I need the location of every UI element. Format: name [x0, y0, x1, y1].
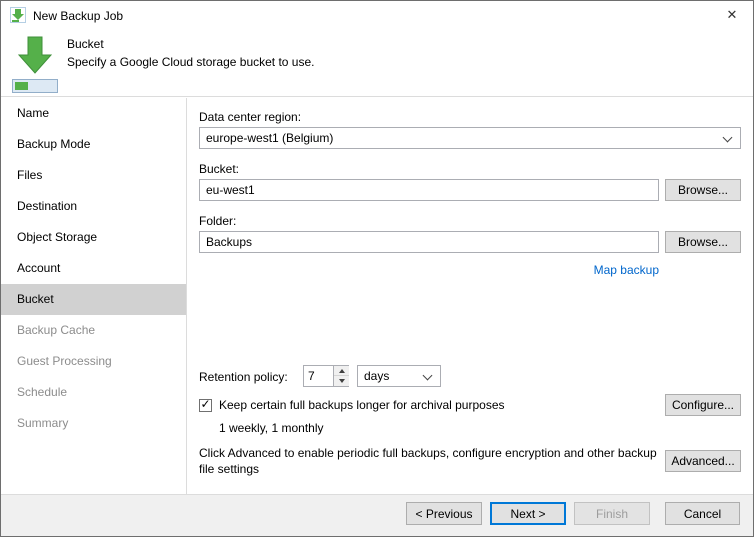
sidebar-item-schedule[interactable]: Schedule [1, 377, 186, 408]
new-backup-job-dialog: New Backup Job ✕ Bucket Specify a Google… [0, 0, 754, 537]
keep-full-backups-label: Keep certain full backups longer for arc… [219, 398, 505, 412]
cancel-button[interactable]: Cancel [665, 502, 740, 525]
sidebar-item-bucket[interactable]: Bucket [1, 284, 186, 315]
gfs-summary-text: 1 weekly, 1 monthly [219, 421, 324, 435]
checkmark-icon: ✓ [200, 397, 211, 411]
chevron-down-icon [422, 370, 433, 381]
window-title: New Backup Job [33, 9, 124, 23]
wizard-footer: < Previous Next > Finish Cancel [1, 494, 753, 536]
sidebar-item-summary[interactable]: Summary [1, 408, 186, 439]
step-subtitle: Specify a Google Cloud storage bucket to… [67, 55, 315, 69]
sidebar-item-files[interactable]: Files [1, 160, 186, 191]
sidebar-item-backup-cache[interactable]: Backup Cache [1, 315, 186, 346]
region-label: Data center region: [199, 110, 302, 124]
backup-job-icon [10, 7, 26, 23]
wizard-steps-sidebar: Name Backup Mode Files Destination Objec… [1, 98, 186, 494]
sidebar-item-backup-mode[interactable]: Backup Mode [1, 129, 186, 160]
bucket-input[interactable] [199, 179, 659, 201]
configure-button[interactable]: Configure... [665, 394, 741, 416]
sidebar-item-destination[interactable]: Destination [1, 191, 186, 222]
chevron-down-icon [722, 132, 733, 143]
step-title: Bucket [67, 37, 104, 51]
folder-label: Folder: [199, 214, 237, 228]
region-dropdown[interactable]: europe-west1 (Belgium) [199, 127, 741, 149]
advanced-button[interactable]: Advanced... [665, 450, 741, 472]
retention-policy-label: Retention policy: [199, 370, 288, 384]
stepper-down-icon[interactable] [334, 376, 349, 386]
folder-input[interactable] [199, 231, 659, 253]
stepper-buttons [333, 366, 349, 386]
finish-button: Finish [574, 502, 650, 525]
region-value: europe-west1 (Belgium) [206, 131, 334, 145]
bucket-label: Bucket: [199, 162, 240, 176]
download-arrow-icon [11, 35, 59, 95]
sidebar-item-account[interactable]: Account [1, 253, 186, 284]
map-backup-link[interactable]: Map backup [594, 263, 659, 277]
previous-button[interactable]: < Previous [406, 502, 482, 525]
sidebar-item-name[interactable]: Name [1, 98, 186, 129]
sidebar-item-object-storage[interactable]: Object Storage [1, 222, 186, 253]
close-icon[interactable]: ✕ [721, 5, 743, 25]
sidebar-item-guest-processing[interactable]: Guest Processing [1, 346, 186, 377]
next-button[interactable]: Next > [490, 502, 566, 525]
retention-count-input[interactable] [304, 366, 333, 386]
wizard-header: Bucket Specify a Google Cloud storage bu… [1, 29, 753, 97]
bucket-step-content: Data center region: europe-west1 (Belgiu… [187, 98, 753, 494]
retention-unit-dropdown[interactable]: days [357, 365, 441, 387]
bucket-browse-button[interactable]: Browse... [665, 179, 741, 201]
advanced-hint-text: Click Advanced to enable periodic full b… [199, 446, 657, 476]
folder-browse-button[interactable]: Browse... [665, 231, 741, 253]
keep-full-backups-checkbox[interactable]: ✓ [199, 397, 212, 412]
retention-count-stepper[interactable] [303, 365, 349, 387]
title-bar: New Backup Job ✕ [1, 1, 753, 29]
retention-unit-value: days [364, 369, 390, 383]
stepper-up-icon[interactable] [334, 366, 349, 376]
progress-bar-icon [12, 79, 58, 93]
